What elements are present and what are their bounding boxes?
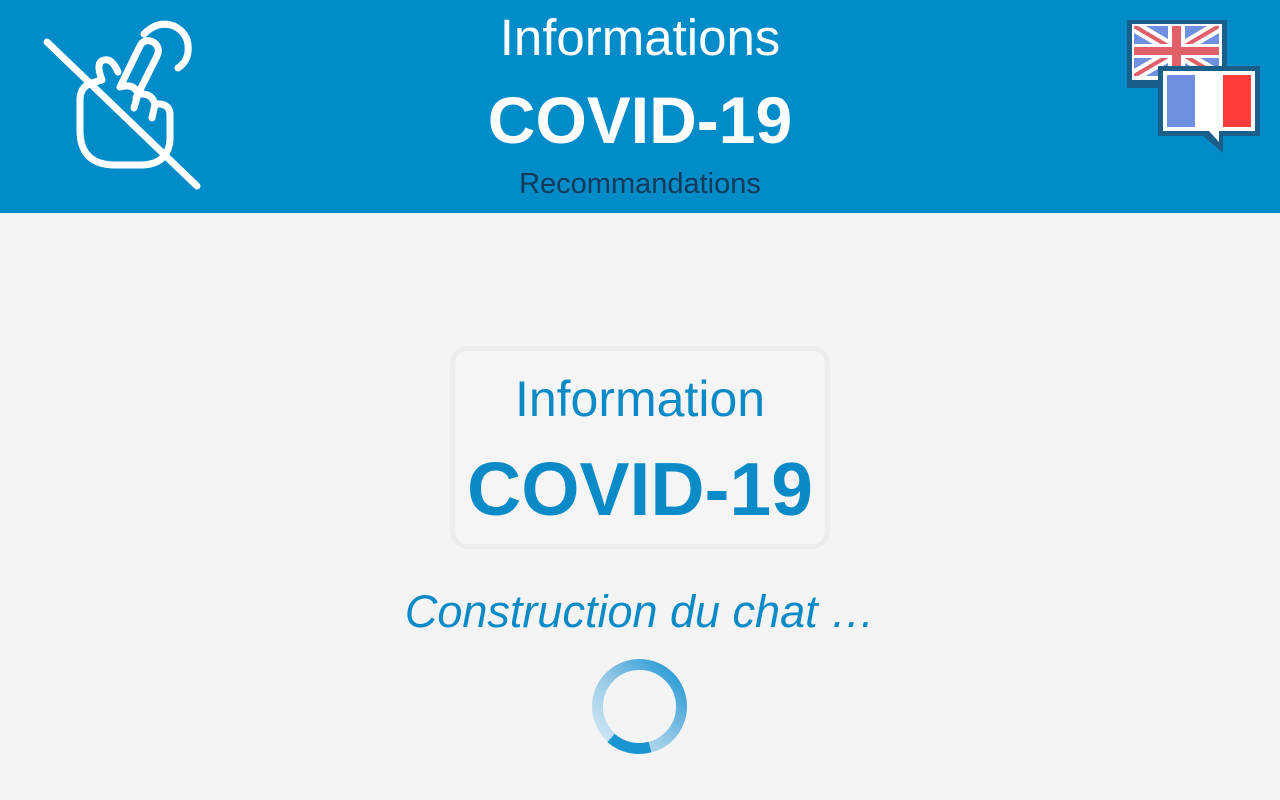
- language-toggle-button[interactable]: [1125, 18, 1265, 158]
- covid-logo-card: Information COVID-19: [450, 346, 830, 549]
- loading-spinner: [588, 655, 691, 758]
- loading-status-text: Construction du chat …: [404, 586, 876, 637]
- app-header: Informations COVID-19 Recommandations: [0, 0, 1280, 213]
- logo-covid-text: COVID-19: [467, 447, 813, 531]
- header-title: Informations: [499, 9, 781, 66]
- logo-information-text: Information: [514, 371, 766, 427]
- header-subtitle: Recommandations: [519, 168, 761, 200]
- header-covid-title: COVID-19: [487, 83, 793, 157]
- loading-spinner-icon: [592, 659, 687, 755]
- language-flags-icon: [1127, 20, 1260, 153]
